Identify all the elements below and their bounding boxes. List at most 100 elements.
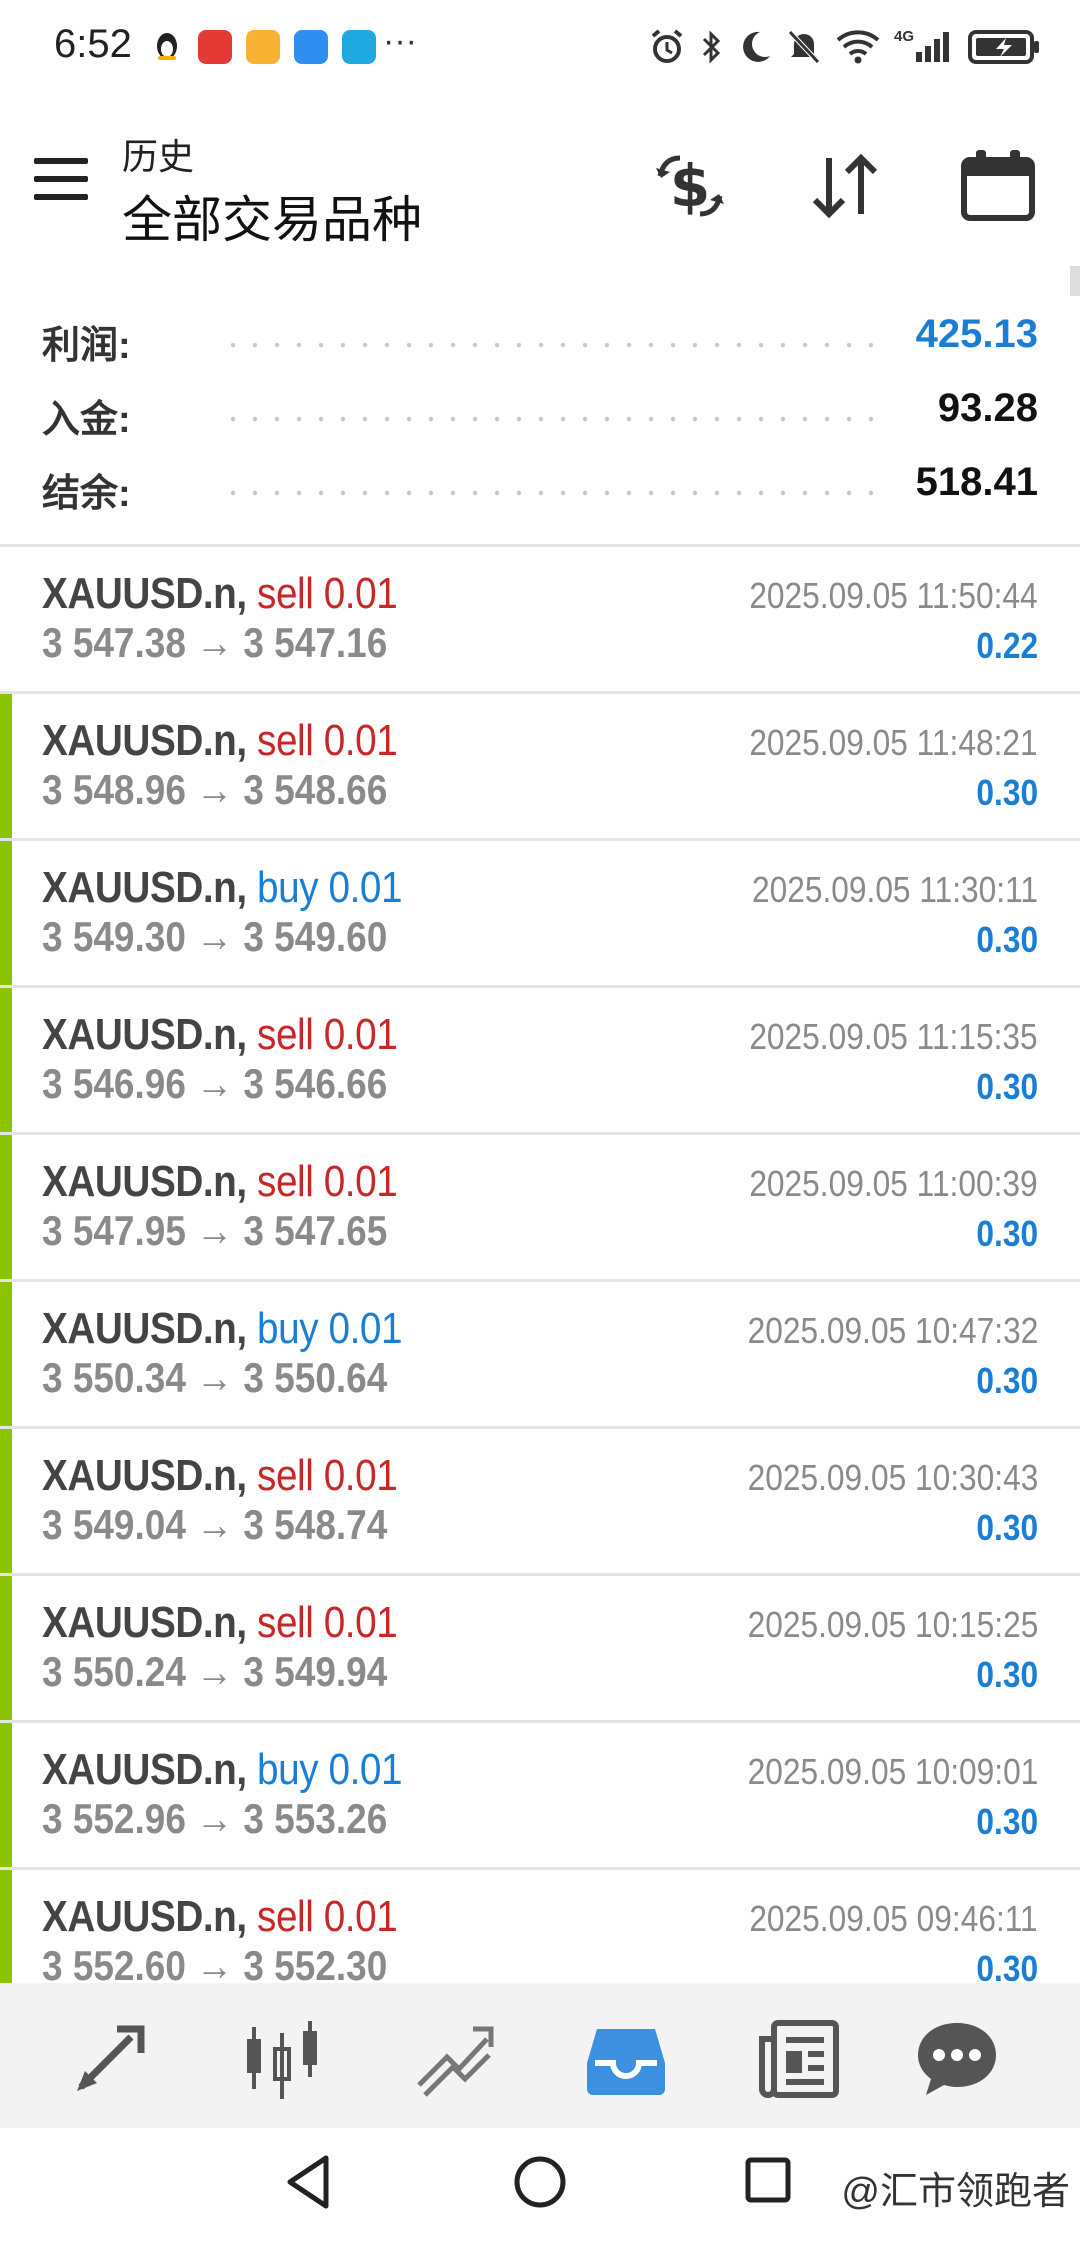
trade-symbol: XAUUSD.n, buy 0.01 — [42, 863, 403, 913]
arrow-right-icon: → — [185, 913, 244, 960]
menu-icon[interactable] — [34, 158, 88, 202]
trade-symbol: XAUUSD.n, sell 0.01 — [42, 1892, 398, 1942]
trade-time: 2025.09.05 10:47:32 — [747, 1310, 1038, 1351]
symbol-separator: , — [236, 1598, 258, 1647]
search-app-icon — [342, 30, 376, 64]
close-price: 3 549.94 — [243, 1648, 388, 1695]
symbol-separator: , — [236, 569, 258, 618]
currency-exchange-icon[interactable]: $ — [650, 146, 730, 226]
trade-symbol: XAUUSD.n, sell 0.01 — [42, 1451, 398, 1501]
trade-icon[interactable] — [411, 2015, 497, 2101]
svg-text:$: $ — [670, 152, 710, 220]
summary-label: 入金: — [42, 399, 131, 441]
position-marker — [0, 1135, 12, 1279]
trade-row[interactable]: XAUUSD.n, sell 0.01 3 549.04 → 3 548.74 20… — [0, 1429, 1080, 1576]
calendar-icon[interactable] — [958, 146, 1038, 226]
symbol-name: XAUUSD.n — [42, 716, 237, 765]
symbol-name: XAUUSD.n — [42, 1157, 237, 1206]
scroll-indicator — [1070, 266, 1080, 296]
dotted-leader — [222, 342, 888, 348]
position-marker — [0, 1870, 12, 1983]
trade-volume: 0.01 — [323, 1451, 398, 1500]
news-icon[interactable] — [756, 2015, 842, 2101]
symbol-separator: , — [236, 1304, 258, 1353]
summary-value: 93.28 — [937, 386, 1038, 430]
trade-row[interactable]: XAUUSD.n, sell 0.01 3 552.60 → 3 552.30 20… — [0, 1870, 1080, 1983]
arrow-right-icon: → — [185, 1207, 244, 1254]
close-price: 3 548.66 — [243, 766, 388, 813]
back-icon[interactable] — [284, 2152, 334, 2212]
position-marker — [0, 1282, 12, 1426]
summary-label: 利润: — [42, 325, 131, 367]
watermark: @汇市领跑者 — [841, 2171, 1070, 2213]
close-price: 3 547.65 — [243, 1207, 388, 1254]
trade-row[interactable]: XAUUSD.n, sell 0.01 3 547.95 → 3 547.65 20… — [0, 1135, 1080, 1282]
open-price: 3 549.04 — [42, 1501, 186, 1548]
trade-row[interactable]: XAUUSD.n, sell 0.01 3 547.38 → 3 547.16 20… — [0, 547, 1080, 694]
trade-history-list[interactable]: XAUUSD.n, sell 0.01 3 547.38 → 3 547.16 20… — [0, 547, 1080, 1983]
trade-type: sell 0.01 — [257, 569, 398, 618]
summary-value: 518.41 — [915, 460, 1038, 504]
trade-prices: 3 550.24 → 3 549.94 — [42, 1648, 387, 1696]
trade-time: 2025.09.05 11:48:21 — [749, 722, 1038, 763]
trade-profit: 0.30 — [976, 1654, 1038, 1695]
chat-icon[interactable] — [914, 2015, 1000, 2101]
home-icon[interactable] — [512, 2154, 568, 2210]
trade-type: sell 0.01 — [257, 1598, 398, 1647]
recents-icon[interactable] — [744, 2156, 792, 2204]
arrow-right-icon: → — [185, 1060, 244, 1107]
open-price: 3 552.96 — [42, 1795, 186, 1842]
trade-row[interactable]: XAUUSD.n, sell 0.01 3 550.24 → 3 549.94 20… — [0, 1576, 1080, 1723]
dotted-leader — [222, 416, 888, 422]
cellular-icon: 4G — [894, 28, 954, 66]
trade-time: 2025.09.05 11:00:39 — [749, 1163, 1038, 1204]
open-price: 3 546.96 — [42, 1060, 186, 1107]
position-marker — [0, 1723, 12, 1867]
trade-type: sell 0.01 — [257, 1892, 398, 1941]
alarm-icon — [651, 29, 683, 63]
symbol-separator: , — [236, 863, 258, 912]
trade-volume: 0.01 — [328, 863, 403, 912]
arrow-right-icon: → — [185, 1795, 244, 1842]
arrow-right-icon: → — [185, 1648, 244, 1695]
history-icon[interactable] — [583, 2015, 669, 2101]
trade-row[interactable]: XAUUSD.n, buy 0.01 3 552.96 → 3 553.26 202… — [0, 1723, 1080, 1870]
symbol-name: XAUUSD.n — [42, 1010, 237, 1059]
trade-type: buy 0.01 — [257, 1745, 403, 1794]
trade-prices: 3 549.04 → 3 548.74 — [42, 1501, 387, 1549]
trade-volume: 0.01 — [323, 1598, 398, 1647]
trade-row[interactable]: XAUUSD.n, sell 0.01 3 546.96 → 3 546.66 20… — [0, 988, 1080, 1135]
trade-profit: 0.30 — [976, 1948, 1038, 1983]
trade-row[interactable]: XAUUSD.n, buy 0.01 3 550.34 → 3 550.64 202… — [0, 1282, 1080, 1429]
trade-type: sell 0.01 — [257, 716, 398, 765]
system-icons: 4G — [648, 28, 1042, 66]
symbol-name: XAUUSD.n — [42, 863, 237, 912]
trade-row[interactable]: XAUUSD.n, buy 0.01 3 549.30 → 3 549.60 202… — [0, 841, 1080, 988]
trade-type: buy 0.01 — [257, 863, 403, 912]
position-marker — [0, 1576, 12, 1720]
arrow-right-icon: → — [185, 619, 244, 666]
chart-icon[interactable] — [239, 2015, 325, 2101]
trade-time: 2025.09.05 11:15:35 — [749, 1016, 1038, 1057]
trade-time: 2025.09.05 09:46:11 — [749, 1898, 1038, 1939]
arrow-right-icon: → — [185, 1501, 244, 1548]
trade-symbol: XAUUSD.n, sell 0.01 — [42, 1010, 398, 1060]
quotes-icon[interactable] — [67, 2015, 153, 2101]
trade-volume: 0.01 — [328, 1304, 403, 1353]
summary-value: 425.13 — [915, 312, 1038, 356]
trade-type: sell 0.01 — [257, 1010, 398, 1059]
close-price: 3 553.26 — [243, 1795, 388, 1842]
trade-row[interactable]: XAUUSD.n, sell 0.01 3 548.96 → 3 548.66 20… — [0, 694, 1080, 841]
mute-bell-icon — [788, 30, 820, 64]
trade-prices: 3 552.60 → 3 552.30 — [42, 1942, 387, 1983]
trade-volume: 0.01 — [323, 1010, 398, 1059]
trade-profit: 0.30 — [976, 1801, 1038, 1842]
header-title[interactable]: 全部交易品种 — [122, 180, 422, 252]
symbol-separator: , — [236, 1451, 258, 1500]
symbol-name: XAUUSD.n — [42, 569, 237, 618]
sort-icon[interactable] — [805, 146, 885, 226]
close-price: 3 546.66 — [243, 1060, 388, 1107]
trade-volume: 0.01 — [323, 716, 398, 765]
moon-icon — [743, 31, 770, 62]
notification-icons — [150, 30, 376, 64]
